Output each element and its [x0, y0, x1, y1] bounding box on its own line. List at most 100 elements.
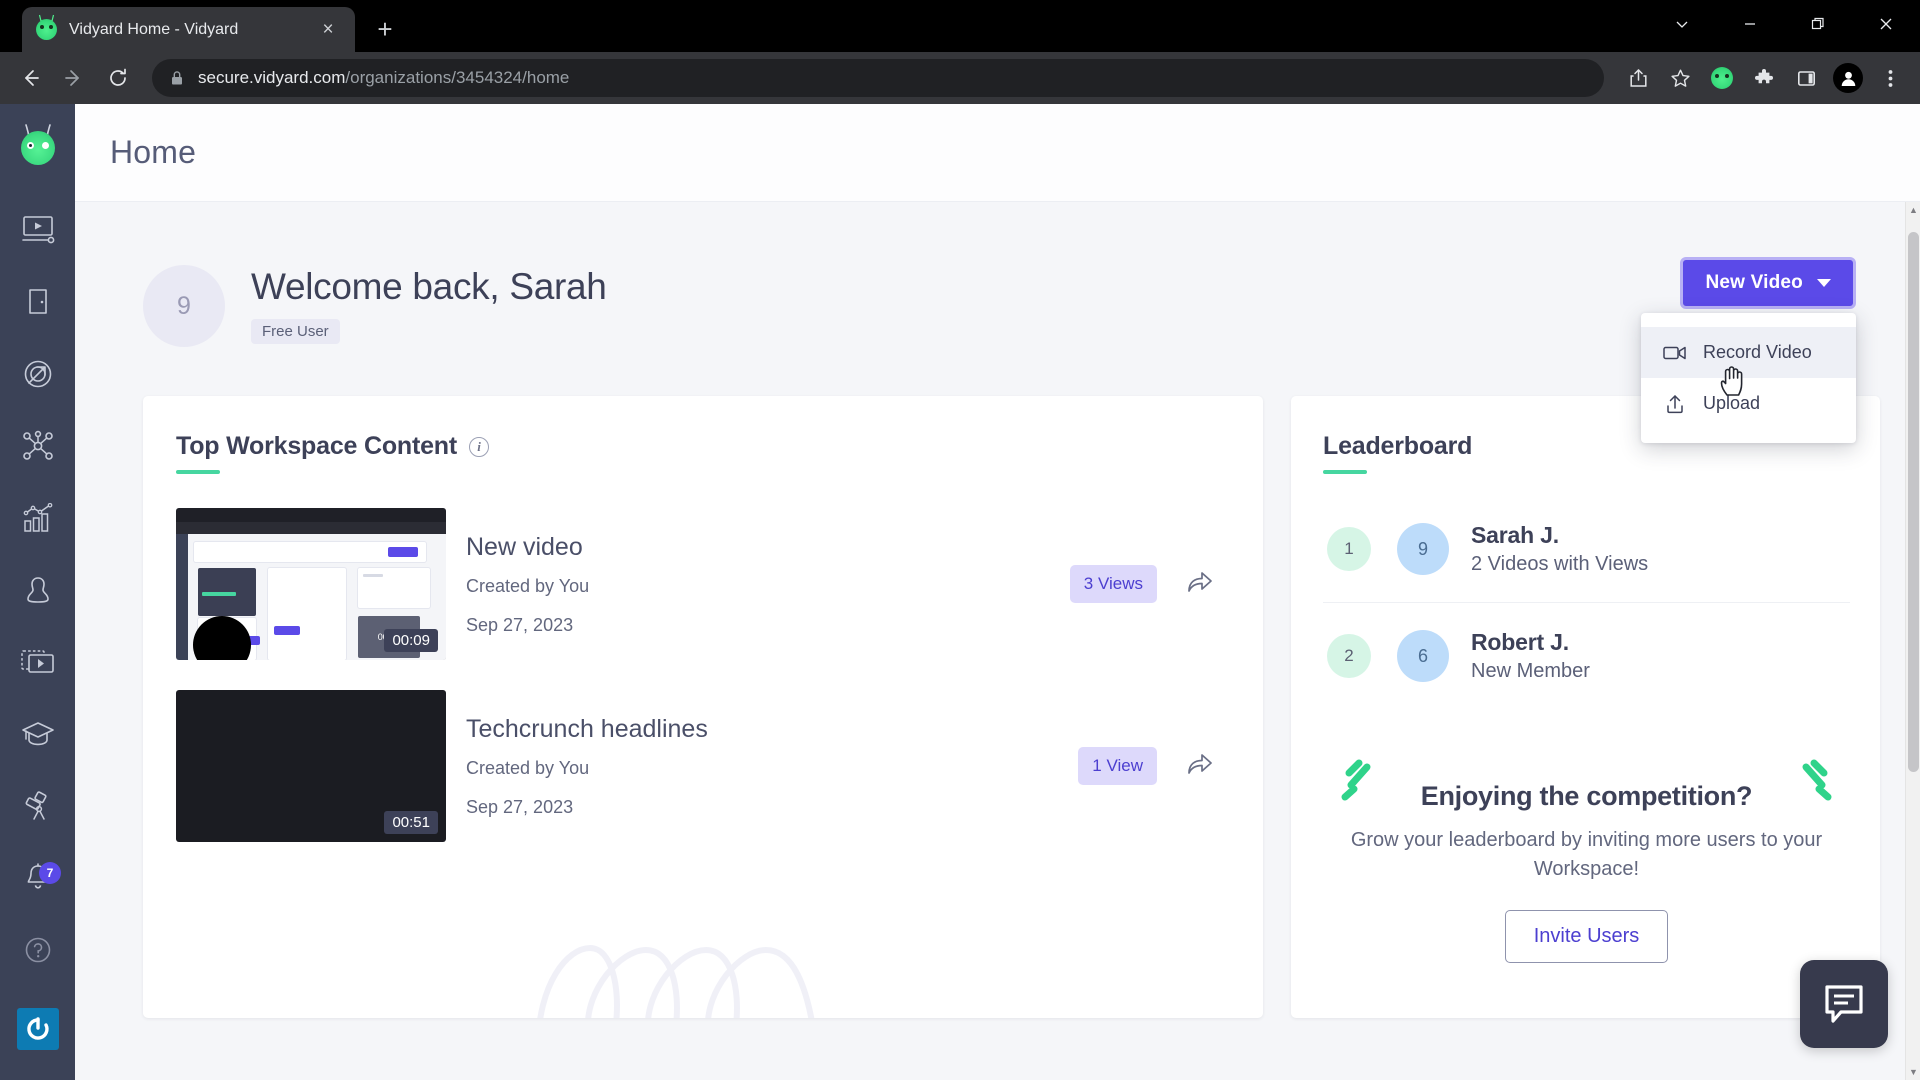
video-title[interactable]: New video — [466, 533, 1070, 562]
share-arrow-icon[interactable] — [1187, 570, 1213, 599]
tab-search-chevron-icon[interactable] — [1648, 0, 1716, 48]
reload-icon[interactable] — [98, 58, 138, 98]
leaderboard-row[interactable]: 1 9 Sarah J. 2 Videos with Views — [1323, 496, 1850, 602]
share-arrow-icon[interactable] — [1187, 752, 1213, 781]
scrollbar-thumb[interactable] — [1908, 232, 1919, 772]
sparkle-right-icon — [1782, 759, 1836, 813]
video-camera-icon — [1663, 344, 1687, 362]
page-title: Home — [110, 134, 196, 171]
three-dot-menu-icon[interactable] — [1870, 58, 1910, 98]
leaderboard-avatar: 9 — [1397, 523, 1449, 575]
menu-item-record-video[interactable]: Record Video — [1641, 327, 1856, 378]
sidebar-item-help[interactable] — [0, 916, 75, 988]
address-bar[interactable]: secure.vidyard.com/organizations/3454324… — [152, 59, 1604, 97]
sidebar-item-virtual-stage[interactable] — [0, 268, 75, 340]
minimize-icon[interactable] — [1716, 0, 1784, 48]
new-tab-button[interactable]: + — [367, 11, 403, 47]
leaderboard-subtitle: 2 Videos with Views — [1471, 553, 1648, 576]
scroll-up-arrow[interactable]: ▲ — [1909, 205, 1918, 215]
sidebar-item-audience[interactable] — [0, 556, 75, 628]
chat-widget-button[interactable] — [1800, 960, 1888, 1048]
leaderboard-row[interactable]: 2 6 Robert J. New Member — [1323, 602, 1850, 709]
video-list-item[interactable]: 00:09 00:09 New video Created by You Sep… — [176, 508, 1227, 660]
video-player-icon — [21, 215, 55, 250]
network-nodes-icon — [22, 430, 54, 467]
sidebar-item-library[interactable] — [0, 628, 75, 700]
forward-arrow-icon[interactable] — [54, 58, 94, 98]
video-library-icon — [21, 649, 55, 680]
browser-titlebar: Vidyard Home - Vidyard × + — [0, 0, 1920, 52]
target-arrow-icon — [22, 358, 54, 395]
vidyard-extension-icon[interactable] — [1702, 58, 1742, 98]
graduation-cap-icon — [21, 720, 55, 753]
leaderboard-info: Sarah J. 2 Videos with Views — [1471, 522, 1648, 576]
new-video-button[interactable]: New Video — [1680, 257, 1856, 309]
promo-body: Grow your leaderboard by inviting more u… — [1323, 826, 1850, 884]
new-video-control: New Video Reco — [1680, 257, 1856, 309]
tab-title: Vidyard Home - Vidyard — [69, 21, 303, 39]
sidebar-item-campaigns[interactable] — [0, 340, 75, 412]
video-date: Sep 27, 2023 — [466, 797, 1078, 818]
star-icon[interactable] — [1660, 58, 1700, 98]
telescope-icon — [22, 791, 54, 826]
tab-close-icon[interactable]: × — [315, 17, 341, 43]
invite-users-button[interactable]: Invite Users — [1505, 910, 1669, 963]
views-badge: 1 View — [1078, 747, 1157, 785]
leaderboard-name: Sarah J. — [1471, 522, 1648, 549]
video-title[interactable]: Techcrunch headlines — [466, 715, 1078, 744]
maximize-icon[interactable] — [1784, 0, 1852, 48]
antenna-icon — [38, 14, 55, 21]
vertical-scrollbar[interactable]: ▲ ▼ — [1905, 202, 1920, 1080]
leaderboard-rank: 1 — [1327, 527, 1371, 571]
welcome-text: Welcome back, Sarah Free User — [251, 262, 607, 344]
welcome-heading: Welcome back, Sarah — [251, 266, 607, 308]
video-creator: Created by You — [466, 758, 1078, 779]
sidebar-item-analytics[interactable] — [0, 484, 75, 556]
profile-avatar[interactable] — [1828, 58, 1868, 98]
sidebar-item-integrations[interactable] — [0, 412, 75, 484]
invite-promo: Enjoying the competition? Grow your lead… — [1323, 781, 1850, 963]
info-icon[interactable]: i — [469, 437, 489, 457]
video-meta: Techcrunch headlines Created by You Sep … — [466, 715, 1078, 818]
menu-item-upload-label: Upload — [1703, 393, 1760, 414]
app-content: Home 9 Welcome back, Sarah Free User — [75, 104, 1920, 1080]
lock-icon — [168, 69, 186, 87]
window-controls — [1648, 0, 1920, 48]
sidebar-item-discover[interactable] — [0, 772, 75, 844]
video-meta: New video Created by You Sep 27, 2023 — [466, 533, 1070, 636]
sidebar-item-videos[interactable] — [0, 196, 75, 268]
share-icon[interactable] — [1618, 58, 1658, 98]
browser-tab[interactable]: Vidyard Home - Vidyard × — [22, 7, 355, 52]
workspace-title-text: Top Workspace Content — [176, 432, 457, 461]
video-thumbnail[interactable]: 00:09 00:09 — [176, 508, 446, 660]
scroll-down-arrow[interactable]: ▼ — [1909, 1067, 1918, 1077]
audience-icon — [23, 575, 53, 610]
power-logo-icon[interactable] — [17, 1008, 59, 1050]
leaderboard-name: Robert J. — [1471, 629, 1590, 656]
leaderboard-card: Leaderboard 1 9 Sarah J. 2 Videos with V… — [1291, 396, 1880, 1018]
url-domain: secure.vidyard.com — [198, 68, 345, 87]
back-arrow-icon[interactable] — [10, 58, 50, 98]
new-video-label: New Video — [1705, 272, 1803, 294]
avatar: 9 — [143, 265, 225, 347]
vidyard-logo[interactable] — [17, 126, 59, 168]
puzzle-icon[interactable] — [1744, 58, 1784, 98]
browser-toolbar: secure.vidyard.com/organizations/3454324… — [0, 52, 1920, 104]
video-date: Sep 27, 2023 — [466, 615, 1070, 636]
leaderboard-subtitle: New Member — [1471, 660, 1590, 683]
video-creator: Created by You — [466, 576, 1070, 597]
video-list-item[interactable]: 00:51 Techcrunch headlines Created by Yo… — [176, 690, 1227, 842]
sidebar-item-learning[interactable] — [0, 700, 75, 772]
sidebar-item-notifications[interactable]: 7 — [0, 844, 75, 916]
chat-bubble-icon — [1821, 982, 1867, 1026]
page-header: Home — [75, 104, 1920, 202]
video-thumbnail[interactable]: 00:51 — [176, 690, 446, 842]
leaderboard-avatar: 6 — [1397, 630, 1449, 682]
video-duration: 00:51 — [384, 811, 438, 834]
menu-item-upload[interactable]: Upload — [1641, 378, 1856, 429]
new-video-dropdown-menu: Record Video — [1641, 313, 1856, 443]
side-panel-icon[interactable] — [1786, 58, 1826, 98]
leaderboard-info: Robert J. New Member — [1471, 629, 1590, 683]
leaderboard-list: 1 9 Sarah J. 2 Videos with Views 2 — [1323, 496, 1850, 709]
close-window-icon[interactable] — [1852, 0, 1920, 48]
